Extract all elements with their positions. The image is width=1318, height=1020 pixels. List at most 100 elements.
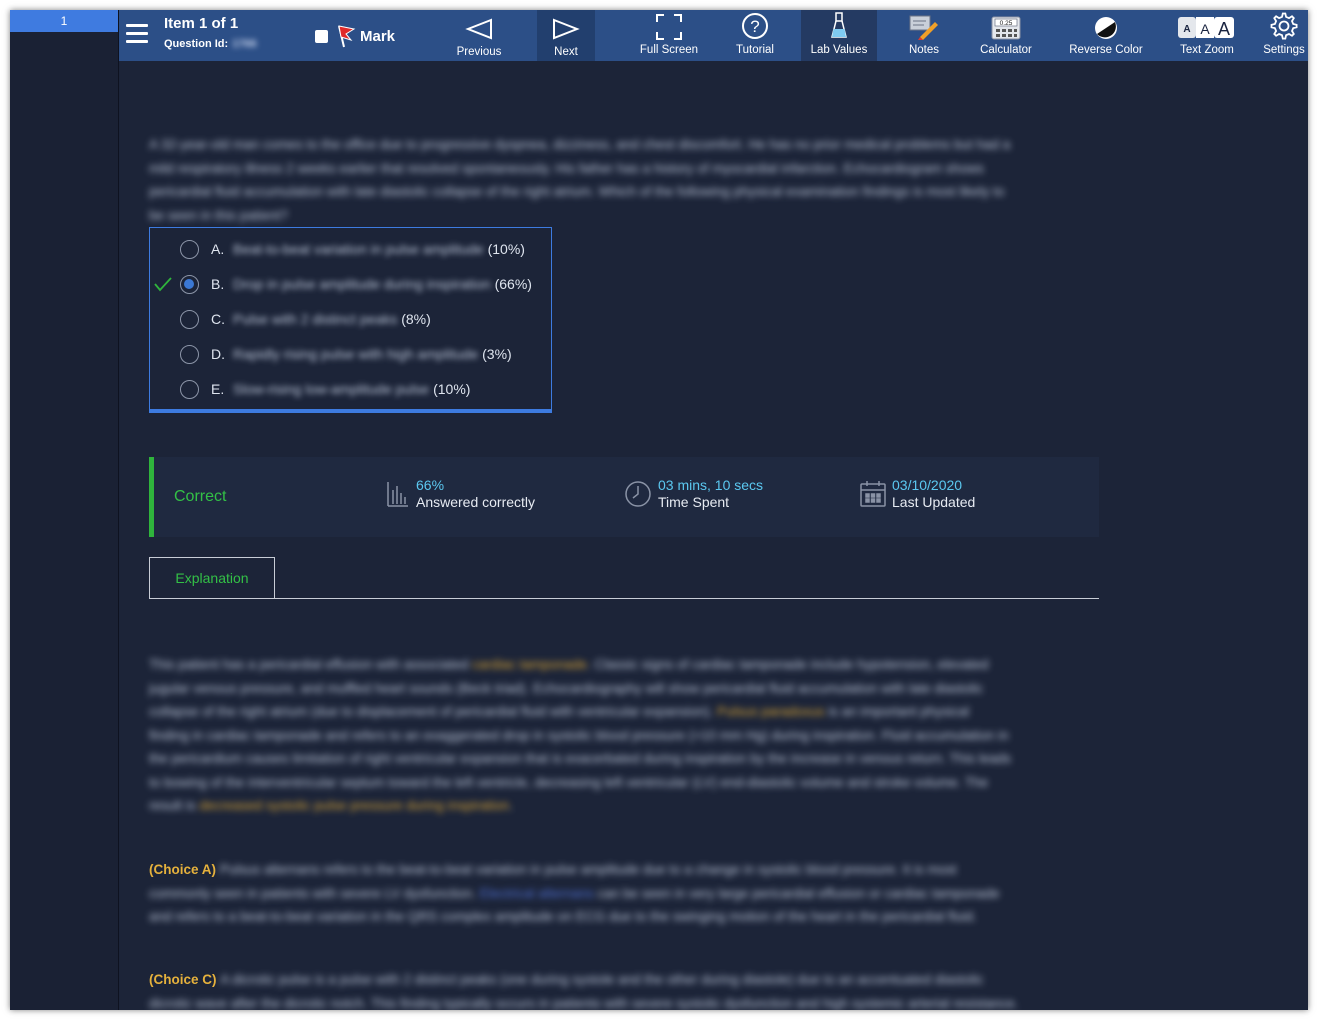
question-id: Question Id: 1766 [164,38,257,50]
lab-values-label: Lab Values [810,44,868,56]
choice-percent: (10%) [433,381,471,397]
mark-toggle[interactable]: Mark [315,24,395,48]
previous-button[interactable]: Previous [455,10,503,61]
choice-letter: A. [211,241,225,257]
expl-highlight: decreased systolic pulse pressure during… [199,798,510,813]
calculator-label: Calculator [980,44,1032,56]
hamburger-menu-icon[interactable] [126,24,148,44]
choice-a[interactable]: A. Beat-to-beat variation in pulse ampli… [150,234,525,264]
text-zoom-icon: A A A [1173,10,1241,40]
choice-radio[interactable] [180,379,199,399]
choice-percent: (10%) [487,241,525,257]
explanation-paragraph: This patient has a pericardial effusion … [149,653,1099,818]
checkmark-icon [154,277,172,292]
previous-label: Previous [456,46,502,58]
percent-label: Answered correctly [416,494,536,510]
tutorial-label: Tutorial [736,44,774,56]
answer-choices: A. Beat-to-beat variation in pulse ampli… [149,227,552,413]
expl-text: . Classic signs of cardiac tamponade inc… [587,657,989,672]
date-value: 03/10/2020 [892,477,963,493]
stem-line: mild respiratory illness 2 weeks earlier… [149,160,984,176]
choice-a-label: (Choice A) [149,862,216,877]
full-screen-label: Full Screen [639,44,699,56]
expl-text: result is [149,798,200,813]
expl-text: A dicrotic pulse is a pulse with 2 disti… [220,972,984,987]
expl-highlight: cardiac tamponade [472,657,588,672]
tutorial-button[interactable]: ? Tutorial [727,10,783,61]
time-label: Time Spent [658,494,730,510]
expl-link[interactable]: Electrical alternans [480,886,594,901]
expl-line: the pericardium causes limitation of rig… [149,751,1011,766]
flag-icon [338,25,356,48]
calculator-icon: 0.25 [969,10,1043,40]
choice-radio-selected[interactable] [180,274,199,294]
tab-explanation[interactable]: Explanation [149,557,275,598]
expl-highlight: Pulsus paradoxus [717,704,825,719]
choice-percent: (66%) [494,276,532,292]
choice-c-label: (Choice C) [149,972,217,987]
choice-c[interactable]: C. Pulse with 2 distinct peaks (8%) [150,304,431,334]
item-title: Item 1 of 1 [164,15,239,32]
clock-icon [625,480,651,507]
settings-label: Settings [1263,44,1305,56]
choice-c-explanation: (Choice C) A dicrotic pulse is a pulse w… [149,968,1099,1010]
calculator-display: 0.25 [1000,20,1013,27]
choice-text: Pulse with 2 distinct peaks [233,311,398,327]
notes-button[interactable]: Notes [901,10,947,61]
time-value: 03 mins, 10 secs [658,477,764,493]
expl-text: collapse of the right atrium (due to dis… [149,704,718,719]
choice-text: Slow-rising low-amplitude pulse [233,381,430,397]
percent-value: 66% [416,477,445,493]
choice-radio[interactable] [180,344,199,364]
choice-text: Drop in pulse amplitude during inspirati… [233,276,491,292]
question-id-value: 1766 [232,38,257,50]
calendar-icon [860,480,886,507]
expl-line: finding in cardiac tamponade and refers … [149,727,1009,743]
item-list-sidebar: 1 [10,10,119,1010]
next-button[interactable]: Next [537,10,595,61]
top-toolbar: Item 1 of 1 Question Id: 1766 Mark Previo… [119,10,1308,61]
choice-radio[interactable] [180,309,199,329]
stem-line: pericardial fluid accumulation with late… [149,184,1005,199]
app-window: 1 Item 1 of 1 Question Id: 1766 Mark Prev… [10,10,1308,1010]
choice-e[interactable]: E. Slow-rising low-amplitude pulse (10%) [150,374,470,404]
choice-radio[interactable] [180,239,199,259]
choice-b[interactable]: B. Drop in pulse amplitude during inspir… [150,269,532,299]
choice-letter: C. [211,311,225,327]
choice-text: Beat-to-beat variation in pulse amplitud… [233,241,484,257]
choice-text: Rapidly rising pulse with high amplitude [233,346,479,362]
arrow-left-icon [455,10,503,40]
full-screen-button[interactable]: Full Screen [633,10,705,61]
mark-checkbox[interactable] [315,29,328,43]
fullscreen-icon [633,10,705,40]
mark-label: Mark [360,27,396,45]
stat-percent-correct: 66% Answered correctly [386,477,535,510]
text-zoom-button[interactable]: A A A Text Zoom [1173,10,1241,61]
choice-letter: E. [211,381,225,397]
expl-text: can be seen in very large pericardial ef… [593,885,1000,901]
result-status: Correct [174,488,227,505]
arrow-right-icon [537,10,595,40]
expl-text: commonly seen in patients with severe LV… [149,885,480,901]
item-list-entry[interactable]: 1 [10,10,118,32]
svg-text:?: ? [750,17,759,36]
stem-line: be seen in this patient? [149,207,288,223]
gear-icon [1261,10,1307,40]
date-label: Last Updated [892,494,976,510]
bar-chart-icon [387,481,408,507]
question-circle-icon: ? [727,10,783,40]
lab-values-button[interactable]: Lab Values [801,10,877,61]
settings-button[interactable]: Settings [1261,10,1307,61]
choice-d[interactable]: D. Rapidly rising pulse with high amplit… [150,339,512,369]
expl-line: and refers to a beat-to-beat variation i… [149,909,977,924]
choice-letter: D. [211,346,225,362]
item-info: Item 1 of 1 Question Id: 1766 [164,15,257,50]
expl-text: is an important physical [824,704,970,719]
expl-text: . [509,798,513,813]
svg-text:A: A [1200,21,1210,37]
notes-pencil-icon [901,10,947,40]
reverse-color-button[interactable]: Reverse Color [1061,10,1151,61]
question-content: A 32-year-old man comes to the office du… [119,61,1308,1010]
calculator-button[interactable]: 0.25 Calculator [969,10,1043,61]
expl-line: dicrotic wave after the dicrotic notch. … [149,995,1019,1011]
